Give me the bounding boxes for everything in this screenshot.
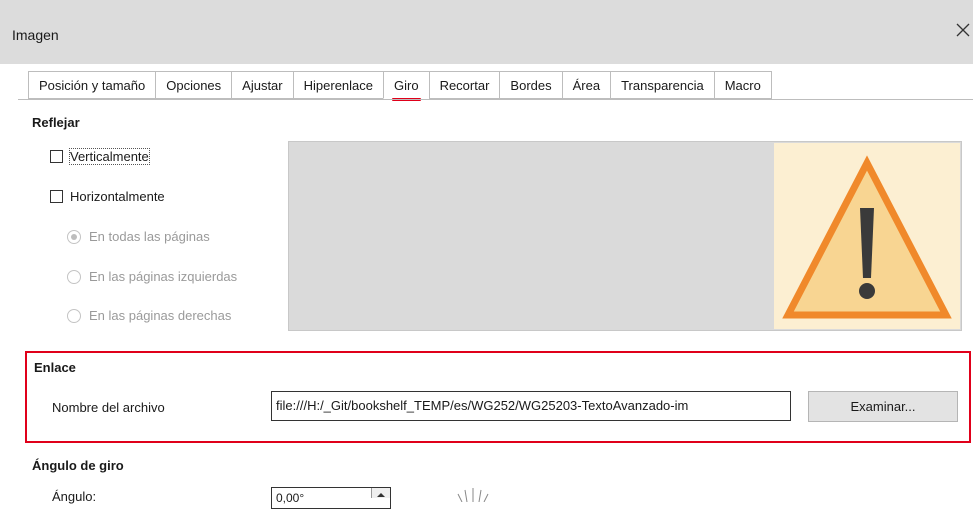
rotation-dial-icon[interactable] [440, 482, 500, 502]
radio-all-pages-label: En todas las páginas [89, 229, 210, 244]
browse-button[interactable]: Examinar... [808, 391, 958, 422]
vertical-checkbox[interactable] [50, 150, 63, 163]
tab-bar: Posición y tamaño Opciones Ajustar Hiper… [28, 71, 772, 101]
radio-left-pages[interactable] [67, 269, 81, 284]
tab-recortar[interactable]: Recortar [428, 71, 500, 99]
close-icon[interactable] [955, 22, 971, 38]
radio-all-pages[interactable] [67, 229, 81, 244]
reflejar-heading: Reflejar [32, 115, 80, 130]
tab-posicion-tamano[interactable]: Posición y tamaño [28, 71, 156, 99]
tab-bordes[interactable]: Bordes [499, 71, 562, 99]
angulo-heading: Ángulo de giro [32, 458, 124, 473]
horizontal-checkbox-row[interactable]: Horizontalmente [50, 189, 165, 204]
preview-image [774, 143, 960, 329]
tab-hiperenlace[interactable]: Hiperenlace [292, 71, 383, 99]
dialog-title: Imagen [12, 27, 59, 43]
horizontal-checkbox[interactable] [50, 190, 63, 203]
chevron-up-icon [377, 493, 385, 497]
file-name-label: Nombre del archivo [52, 400, 165, 415]
dialog-titlebar [0, 0, 973, 64]
angle-label: Ángulo: [52, 489, 97, 504]
tab-giro[interactable]: Giro [383, 71, 429, 101]
radio-all-pages-row[interactable]: En todas las páginas [67, 229, 210, 244]
tab-area[interactable]: Área [561, 71, 611, 99]
tab-ajustar[interactable]: Ajustar [231, 71, 293, 99]
warning-icon [782, 155, 952, 319]
tab-macro[interactable]: Macro [713, 71, 772, 99]
tab-opciones[interactable]: Opciones [155, 71, 232, 99]
enlace-heading: Enlace [34, 360, 76, 375]
radio-left-pages-row[interactable]: En las páginas izquierdas [67, 269, 237, 284]
tab-transparencia[interactable]: Transparencia [610, 71, 714, 99]
vertical-label: Verticalmente [69, 148, 150, 165]
radio-right-pages[interactable] [67, 308, 81, 323]
angle-spin-up[interactable] [371, 488, 390, 498]
file-name-input[interactable]: file:///H:/_Git/bookshelf_TEMP/es/WG252/… [271, 391, 791, 421]
horizontal-label: Horizontalmente [70, 189, 165, 204]
radio-right-pages-row[interactable]: En las páginas derechas [67, 308, 231, 323]
radio-right-pages-label: En las páginas derechas [89, 308, 232, 323]
tab-panel-border [18, 99, 973, 100]
radio-left-pages-label: En las páginas izquierdas [89, 269, 238, 284]
vertical-checkbox-row[interactable]: Verticalmente [50, 148, 150, 165]
